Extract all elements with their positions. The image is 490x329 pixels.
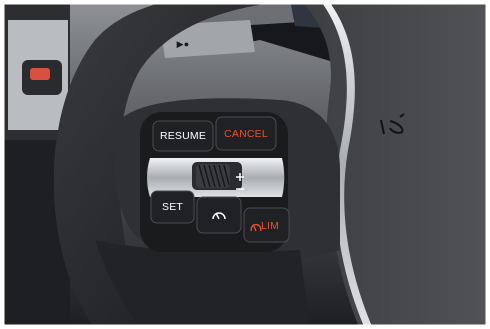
limiter-label: LIM	[261, 220, 280, 232]
resume-button[interactable]: RESUME	[153, 121, 213, 151]
photo-scene: ▶● RESUME CANCEL SET LIM	[0, 0, 490, 329]
cancel-button[interactable]: CANCEL	[216, 117, 276, 150]
dashboard-indicator: ▶●	[176, 39, 190, 49]
minus-icon	[236, 180, 244, 190]
distance-button[interactable]	[197, 197, 241, 233]
speedometer-icon	[211, 207, 227, 221]
plus-icon	[236, 168, 244, 181]
speed-limiter-button[interactable]: LIM	[244, 208, 289, 242]
cancel-label: CANCEL	[224, 128, 268, 140]
set-button[interactable]: SET	[151, 191, 194, 223]
resume-label: RESUME	[159, 130, 207, 142]
set-label: SET	[161, 201, 184, 213]
